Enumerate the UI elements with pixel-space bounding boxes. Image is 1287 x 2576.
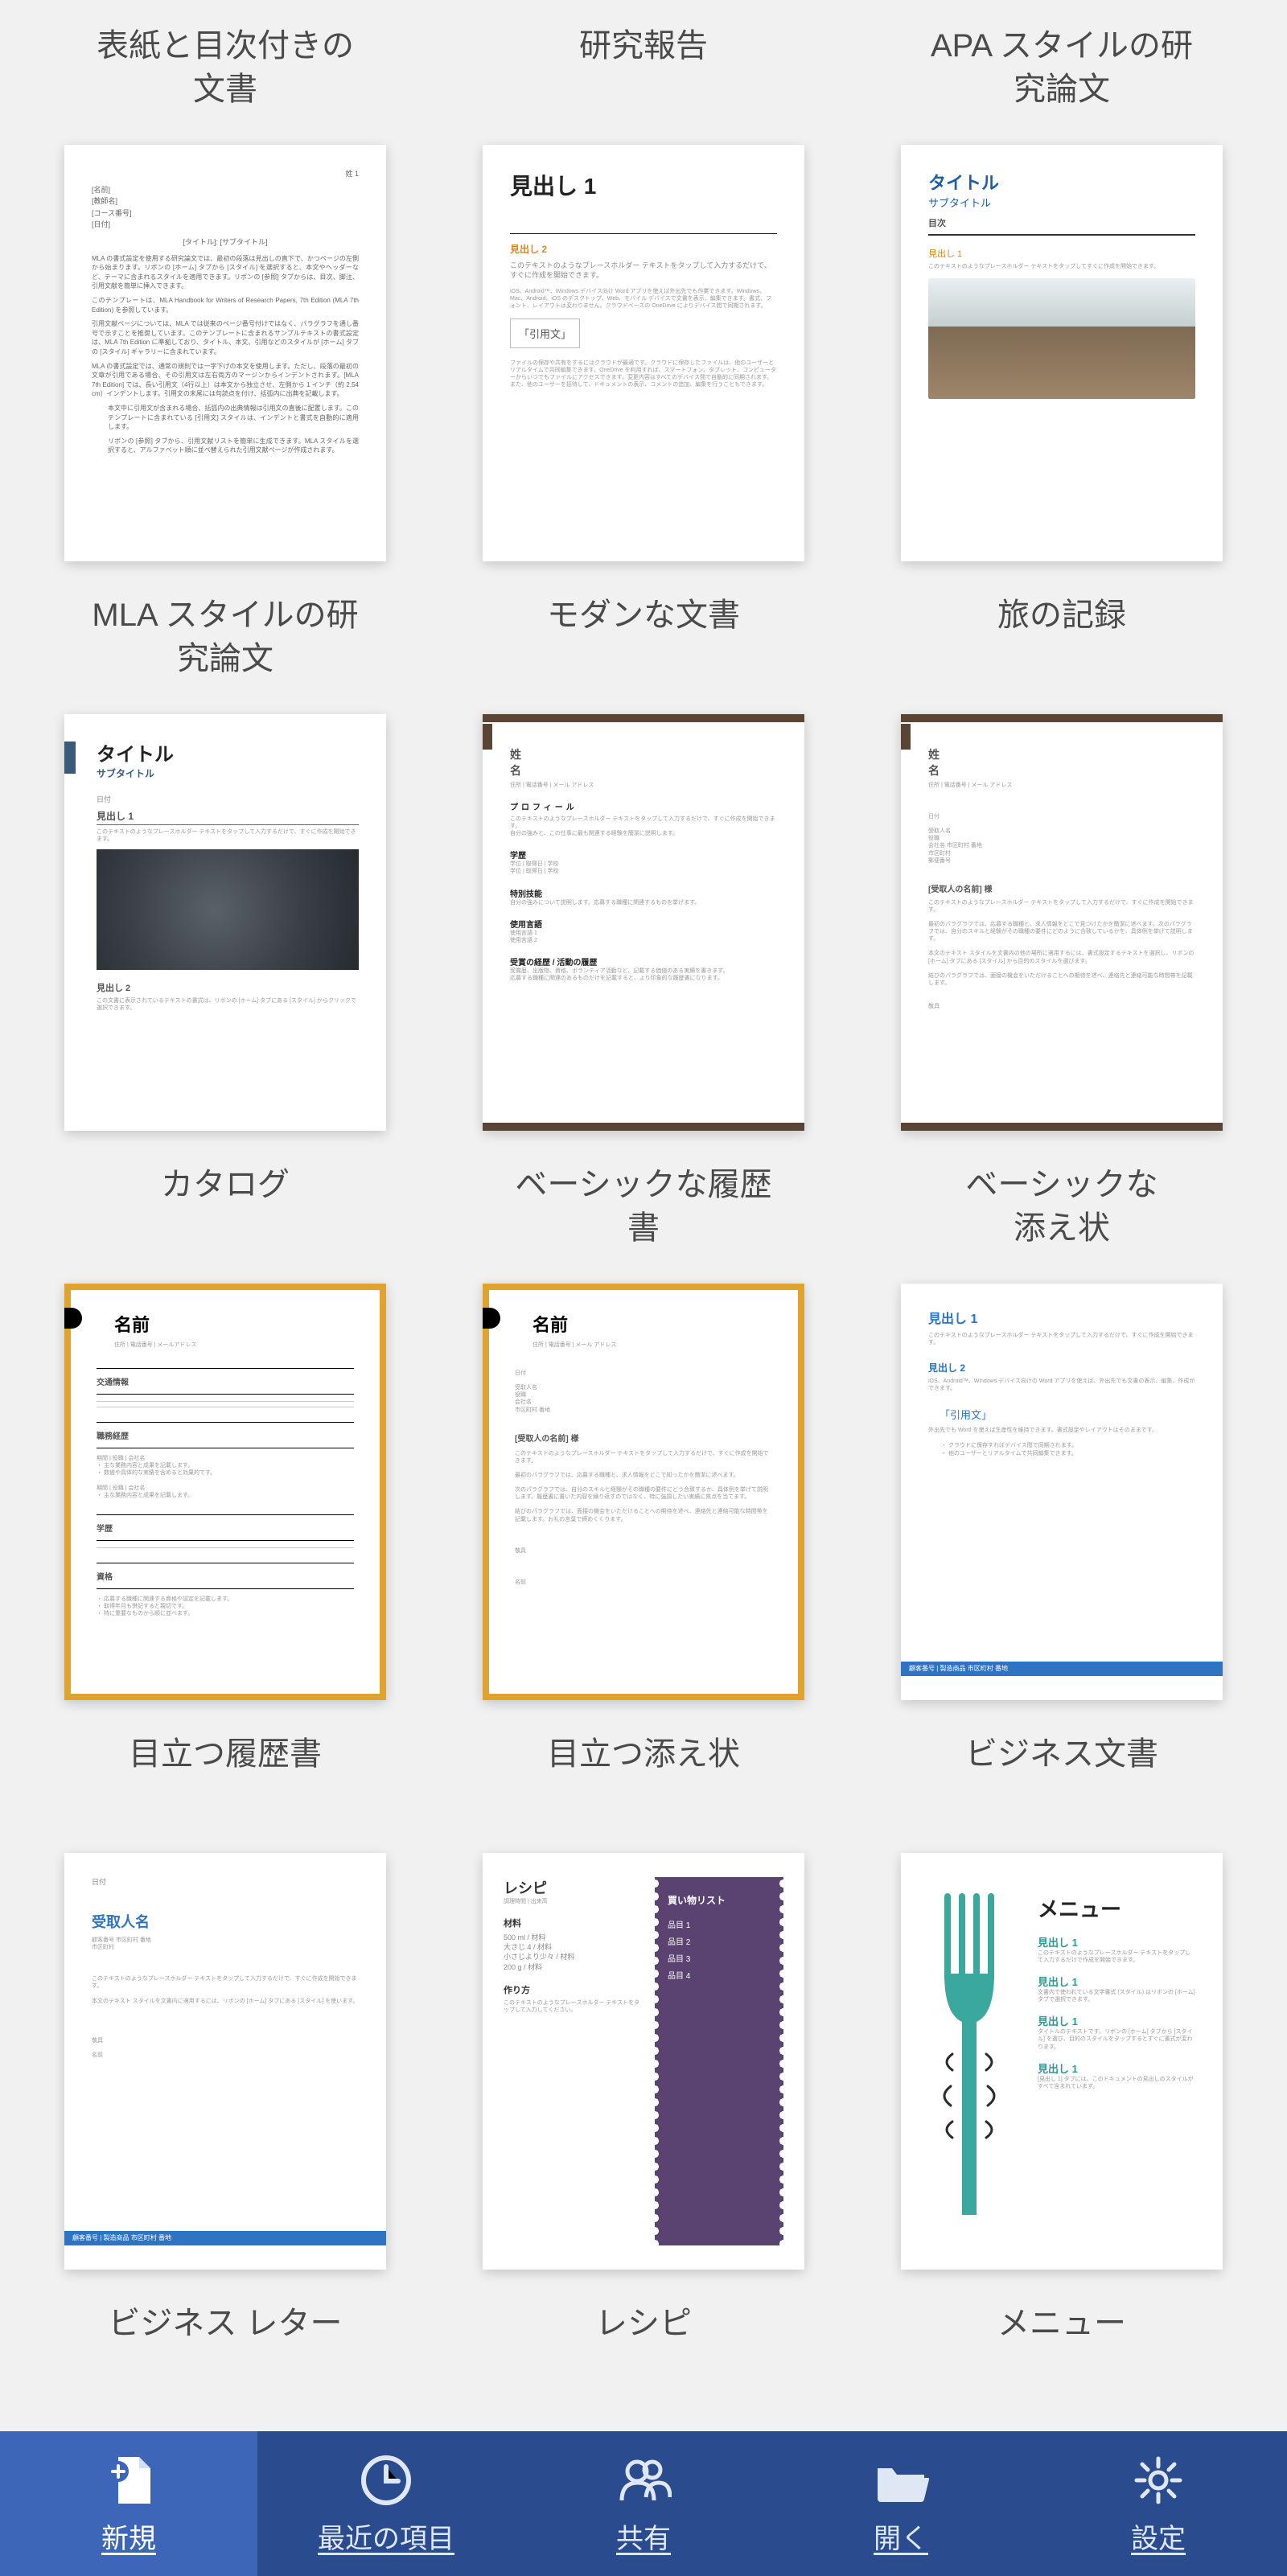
template-thumb-travel[interactable]: タイトル サブタイトル 目次 見出し 1 このテキストのようなプレースホルダー … xyxy=(901,145,1223,561)
template-thumb-biz-doc[interactable]: 見出し 1 このテキストのようなプレースホルダー テキストをタップして入力するだ… xyxy=(901,1284,1223,1700)
template-thumb-basic-cover[interactable]: 姓 名 住所 | 電話番号 | メール アドレス 日付受取人名役職会社名 市区町… xyxy=(901,714,1223,1131)
template-title: MLA スタイルの研 究論文 xyxy=(48,594,402,682)
template-thumb-bold-resume[interactable]: 名前 住所 | 電話番号 | メールアドレス 交通情報 職務経歴 期間 | 役職… xyxy=(64,1284,386,1700)
template-thumb-basic-resume[interactable]: 姓 名 住所 | 電話番号 | メール アドレス プロフィール このテキストのよ… xyxy=(483,714,804,1131)
tab-label: 共有 xyxy=(616,2516,671,2556)
template-title: 研究報告 xyxy=(467,24,820,113)
template-title: 旅の記録 xyxy=(885,594,1239,682)
template-title: 目立つ添え状 xyxy=(467,1732,820,1821)
tab-recent[interactable]: 最近の項目 xyxy=(257,2431,515,2576)
template-title: APA スタイルの研 究論文 xyxy=(885,24,1239,113)
tab-open[interactable]: 開く xyxy=(772,2431,1030,2576)
tab-settings[interactable]: 設定 xyxy=(1030,2431,1287,2576)
tab-label: 開く xyxy=(874,2516,928,2556)
tab-shared[interactable]: 共有 xyxy=(515,2431,772,2576)
template-thumb-modern[interactable]: 見出し 1 見出し 2 このテキストのようなプレースホルダー テキストをタップし… xyxy=(483,145,804,561)
folder-open-icon xyxy=(873,2452,929,2508)
template-title: ビジネス文書 xyxy=(885,1732,1239,1821)
template-title: ビジネス レター xyxy=(48,2302,402,2390)
template-thumb-biz-letter[interactable]: 日付 受取人名 顧客番号 市区町村 番地市区町村 このテキストのようなプレースホ… xyxy=(64,1853,386,2270)
tab-label: 設定 xyxy=(1131,2516,1186,2556)
tab-label: 新規 xyxy=(101,2516,156,2556)
clock-icon xyxy=(358,2452,414,2508)
new-document-icon xyxy=(101,2452,157,2508)
template-title: レシピ xyxy=(467,2302,820,2390)
bottom-tab-bar: 新規 最近の項目 共有 xyxy=(0,2431,1287,2576)
template-title: モダンな文書 xyxy=(467,594,820,682)
tab-label: 最近の項目 xyxy=(318,2516,454,2556)
template-title: メニュー xyxy=(885,2302,1239,2390)
template-thumb-bold-cover[interactable]: 名前 住所 | 電話番号 | メール アドレス 日付受取人名役職会社名市区町村 … xyxy=(483,1284,804,1700)
people-icon xyxy=(615,2452,672,2508)
tab-new[interactable]: 新規 xyxy=(0,2431,257,2576)
gear-icon xyxy=(1130,2452,1186,2508)
template-title: 表紙と目次付きの 文書 xyxy=(48,24,402,113)
fork-icon xyxy=(928,1893,1017,2221)
template-title: 目立つ履歴書 xyxy=(48,1732,402,1821)
template-title: ベーシックな履歴 書 xyxy=(467,1163,820,1251)
template-thumb-recipe[interactable]: レシピ 調理時間 | 出来高 材料 500 ml / 材料 大さじ 4 / 材料… xyxy=(483,1853,804,2270)
template-thumb-mla[interactable]: 姓 1 [名前][教師名][コース番号][日付] [タイトル]: [サブタイトル… xyxy=(64,145,386,561)
template-thumb-menu[interactable]: メニュー 見出し 1 このテキストのようなプレースホルダー テキストをタップして… xyxy=(901,1853,1223,2270)
template-title: カタログ xyxy=(48,1163,402,1251)
template-thumb-catalog[interactable]: タイトル サブタイトル 日付 見出し 1 このテキストのようなプレースホルダー … xyxy=(64,714,386,1131)
template-title: ベーシックな 添え状 xyxy=(885,1163,1239,1251)
